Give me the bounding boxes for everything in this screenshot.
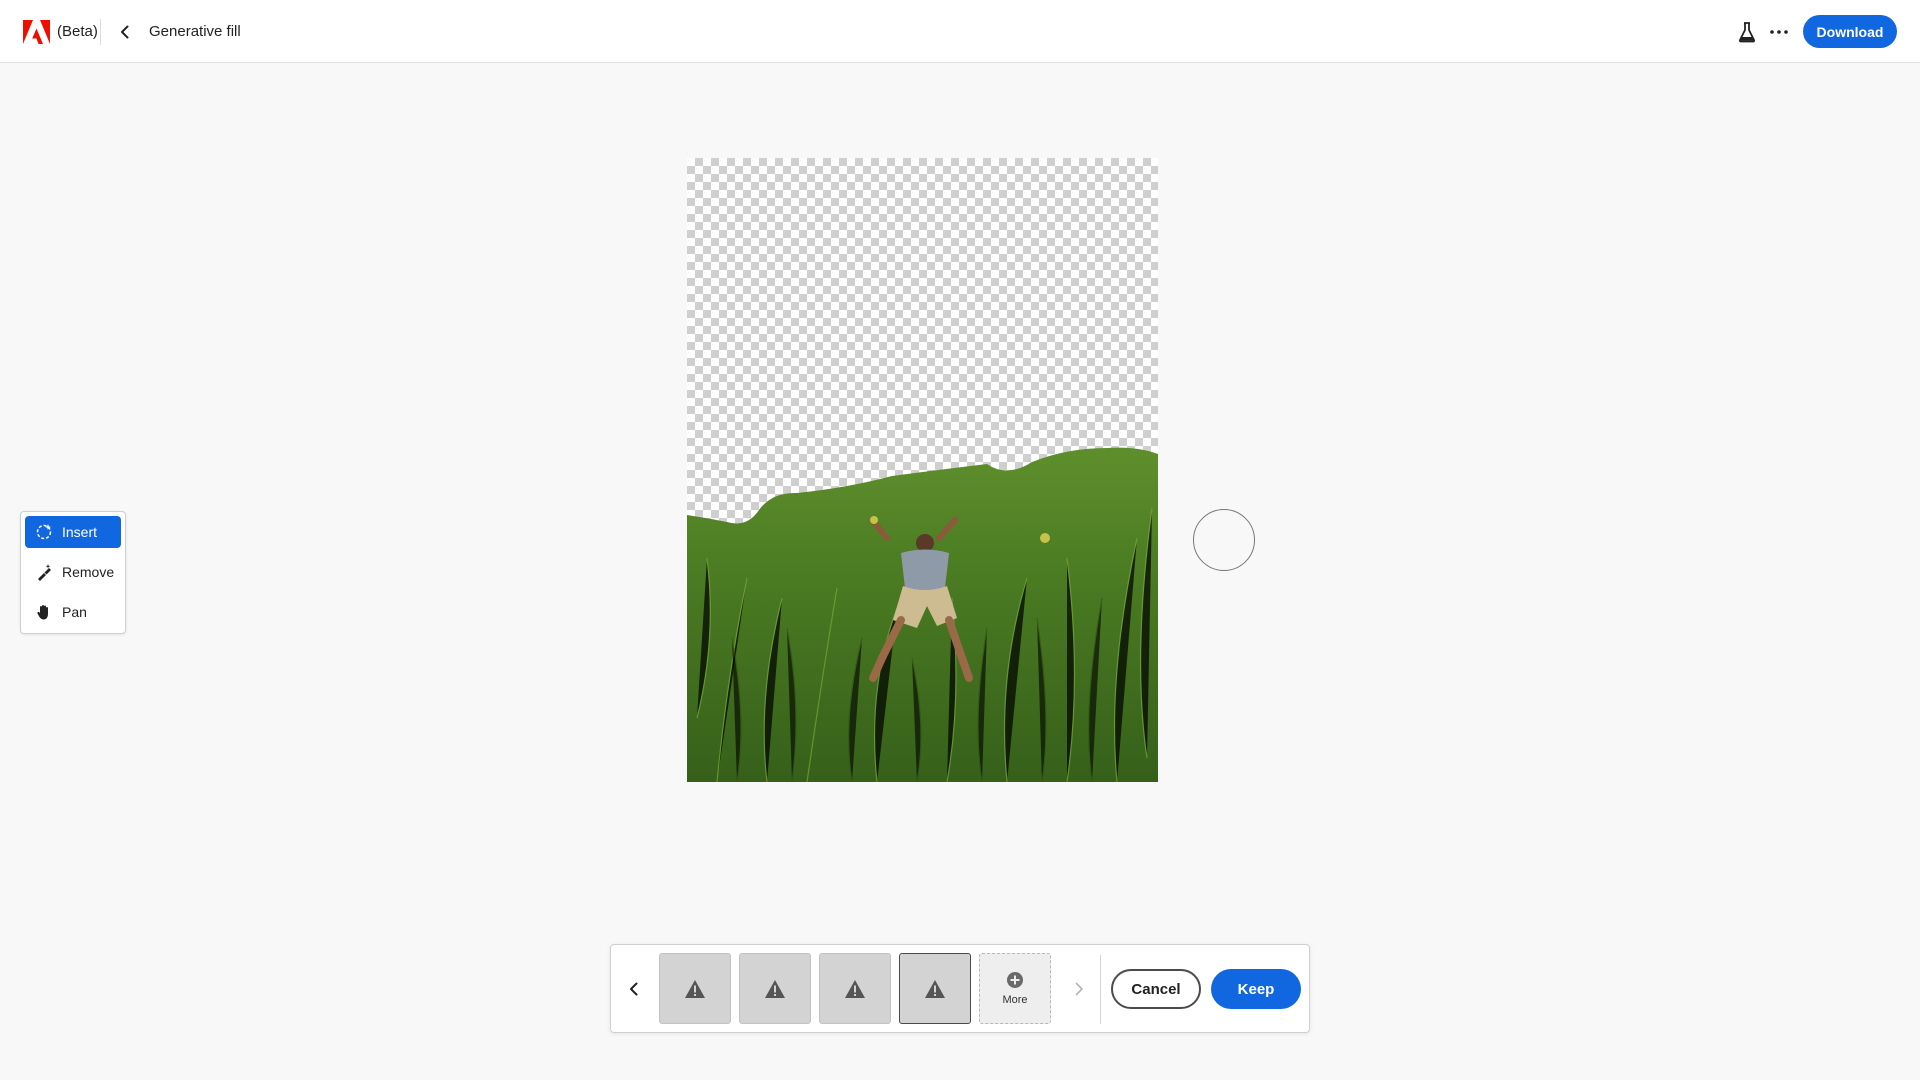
- tool-remove-label: Remove: [62, 564, 115, 580]
- hand-icon: [37, 605, 48, 620]
- grass-photo: [687, 447, 1158, 782]
- keep-button[interactable]: Keep: [1211, 969, 1301, 1009]
- tool-remove[interactable]: Remove: [25, 556, 121, 588]
- chevron-left-icon: [121, 25, 129, 39]
- variation-thumbnail-2[interactable]: [739, 953, 811, 1024]
- warning-icon: [845, 979, 865, 998]
- adobe-logo-icon[interactable]: [23, 20, 50, 44]
- tool-insert-label: Insert: [62, 524, 98, 540]
- variation-thumbnail-4[interactable]: [899, 953, 971, 1024]
- insert-sparkle-icon: [36, 524, 52, 540]
- previous-variations-button[interactable]: [623, 975, 645, 1003]
- cancel-button[interactable]: Cancel: [1111, 969, 1201, 1009]
- back-button[interactable]: [114, 20, 136, 44]
- brush-size-cursor: [1193, 509, 1255, 571]
- warning-icon: [925, 979, 945, 998]
- tool-pan[interactable]: Pan: [25, 596, 121, 628]
- results-divider: [1100, 955, 1101, 1024]
- variation-thumbnail-1[interactable]: [659, 953, 731, 1024]
- ellipsis-icon: [1770, 30, 1788, 34]
- next-variations-button[interactable]: [1068, 975, 1090, 1003]
- warning-icon: [685, 979, 705, 998]
- chevron-right-icon: [1075, 982, 1083, 996]
- image-canvas[interactable]: [687, 158, 1158, 782]
- tool-insert[interactable]: Insert: [25, 516, 121, 548]
- header-divider: [100, 19, 101, 45]
- results-bar: More Cancel Keep: [610, 944, 1310, 1033]
- more-variations-button[interactable]: More: [979, 953, 1051, 1024]
- remove-brush-icon: [38, 564, 51, 581]
- plus-circle-icon: [1007, 972, 1023, 988]
- variation-thumbnail-3[interactable]: [819, 953, 891, 1024]
- download-button[interactable]: Download: [1803, 15, 1897, 48]
- chevron-left-icon: [630, 982, 638, 996]
- more-options-button[interactable]: [1765, 20, 1793, 44]
- warning-icon: [765, 979, 785, 998]
- tool-panel: Insert Remove Pan: [20, 511, 126, 634]
- more-label: More: [1002, 994, 1028, 1006]
- flask-icon[interactable]: [1736, 21, 1758, 43]
- beta-badge: (Beta): [57, 23, 98, 40]
- app-header: (Beta) Generative fill Download: [0, 0, 1920, 63]
- page-title: Generative fill: [149, 23, 241, 40]
- tool-pan-label: Pan: [62, 604, 87, 620]
